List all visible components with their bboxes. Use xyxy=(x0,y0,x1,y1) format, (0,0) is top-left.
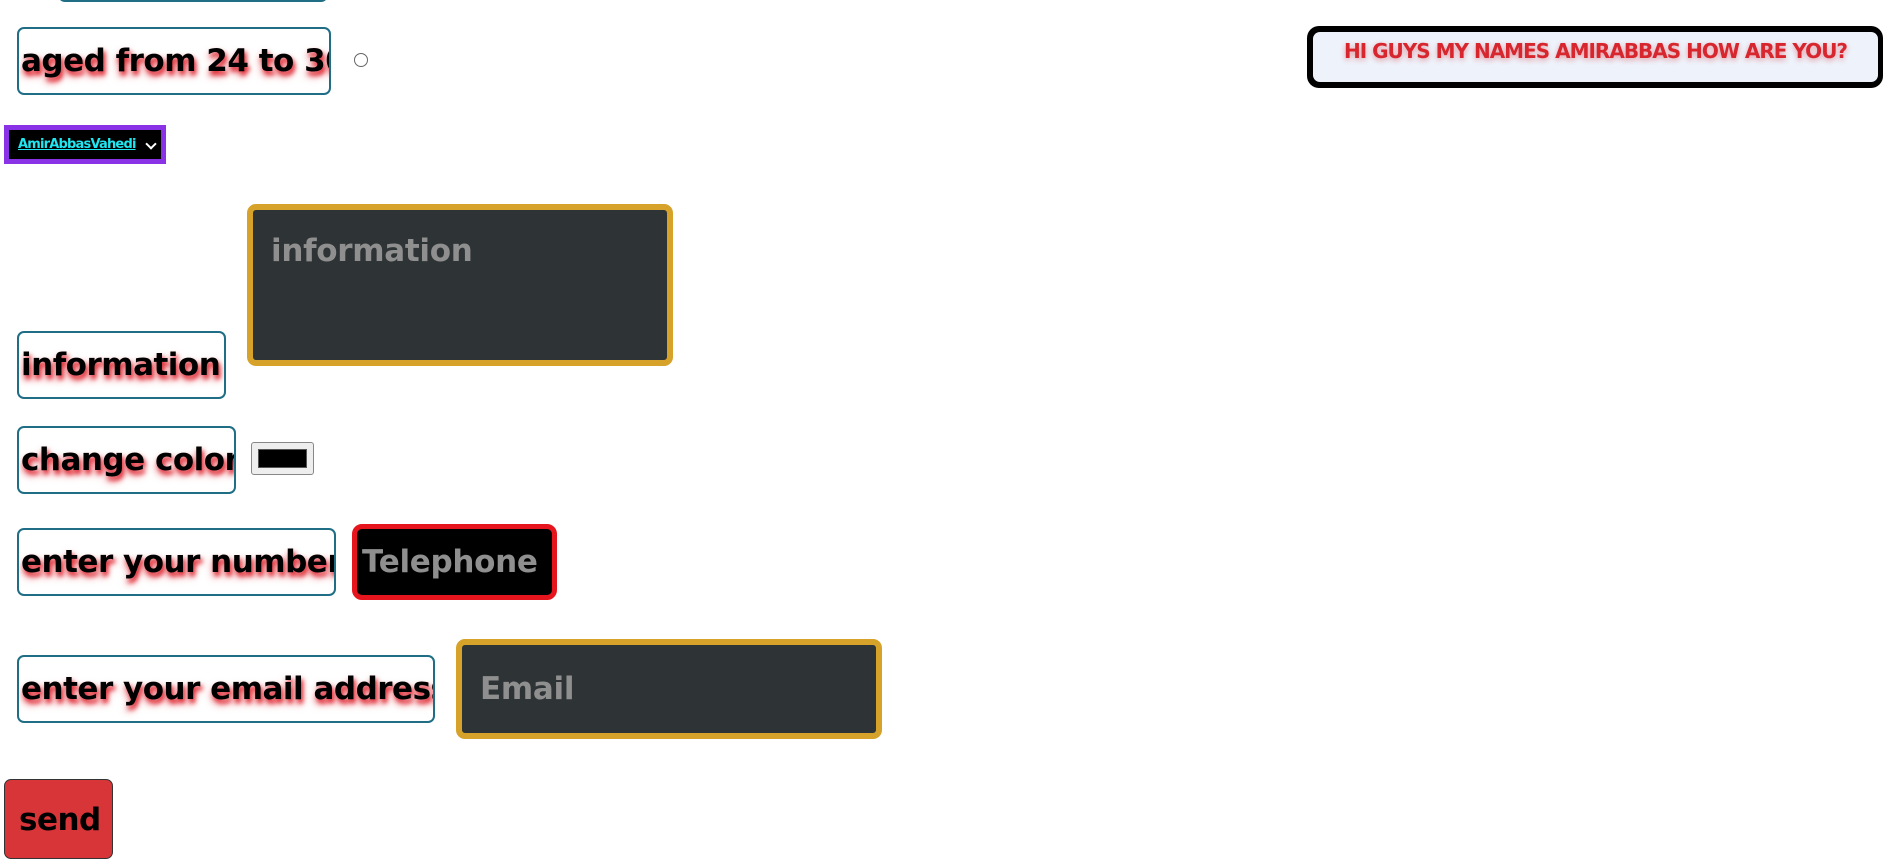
chevron-down-icon xyxy=(145,138,157,150)
information-label: information xyxy=(17,331,226,399)
name-select-inner[interactable]: AmirAbbasVahedi xyxy=(9,130,161,159)
age-label: aged from 24 to 30 xyxy=(17,27,331,95)
name-select-value: AmirAbbasVahedi xyxy=(18,137,136,152)
email-input[interactable]: Email xyxy=(456,639,882,739)
send-button[interactable]: send xyxy=(4,779,113,859)
change-color-label: change color xyxy=(17,426,236,494)
number-label: enter your number xyxy=(17,528,336,596)
telephone-input[interactable]: Telephone xyxy=(352,524,557,600)
top-partial-box xyxy=(58,0,328,2)
color-picker-swatch xyxy=(258,449,307,468)
email-label: enter your email address xyxy=(17,655,435,723)
age-radio[interactable] xyxy=(354,53,368,67)
greeting-text: HI GUYS MY NAMES AMIRABBAS HOW ARE YOU? xyxy=(1343,39,1848,63)
information-textarea[interactable]: information xyxy=(247,204,673,366)
color-picker[interactable] xyxy=(251,442,314,475)
greeting-banner-inner: HI GUYS MY NAMES AMIRABBAS HOW ARE YOU? xyxy=(1313,32,1878,82)
greeting-banner: HI GUYS MY NAMES AMIRABBAS HOW ARE YOU? xyxy=(1307,26,1883,88)
name-select[interactable]: AmirAbbasVahedi xyxy=(4,125,166,164)
